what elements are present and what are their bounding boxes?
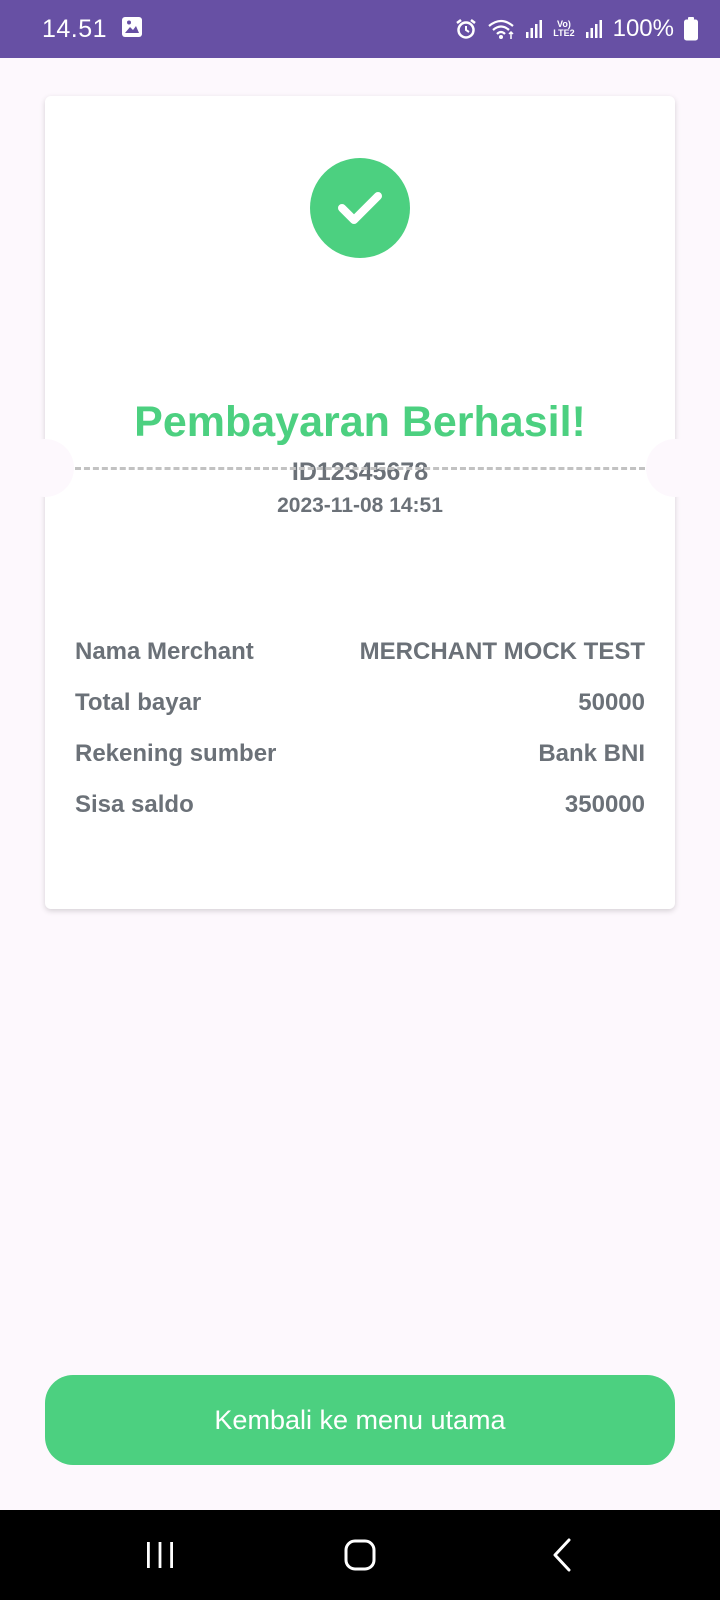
back-button[interactable]	[502, 1510, 622, 1600]
detail-row-total: Total bayar 50000	[75, 677, 645, 728]
detail-label: Sisa saldo	[75, 790, 194, 818]
back-to-main-menu-button[interactable]: Kembali ke menu utama	[45, 1375, 675, 1465]
ticket-divider	[75, 467, 645, 470]
status-left: 14.51	[42, 15, 143, 44]
gallery-icon	[121, 16, 143, 43]
detail-row-balance: Sisa saldo 350000	[75, 779, 645, 830]
system-nav-bar	[0, 1510, 720, 1600]
payment-success-title: Pembayaran Berhasil!	[134, 398, 586, 446]
detail-label: Total bayar	[75, 688, 202, 716]
status-bar: 14.51 Vo) LTE2 100%	[0, 0, 720, 58]
recent-apps-button[interactable]	[100, 1510, 220, 1600]
detail-value: 350000	[564, 790, 645, 818]
battery-icon	[684, 17, 698, 41]
transaction-id: ID12345678	[291, 458, 429, 486]
status-time: 14.51	[42, 14, 108, 43]
back-icon	[553, 1538, 571, 1572]
home-button[interactable]	[300, 1510, 420, 1600]
status-right: Vo) LTE2 100%	[455, 15, 698, 43]
payment-details: Nama Merchant MERCHANT MOCK TEST Total b…	[75, 626, 645, 830]
detail-value: Bank BNI	[538, 739, 645, 767]
success-badge	[310, 158, 410, 258]
detail-row-merchant: Nama Merchant MERCHANT MOCK TEST	[75, 626, 645, 677]
detail-label: Nama Merchant	[75, 637, 254, 665]
transaction-datetime: 2023-11-08 14:51	[277, 494, 443, 517]
detail-label: Rekening sumber	[75, 739, 277, 767]
signal-icon	[585, 18, 603, 40]
detail-value: 50000	[578, 688, 645, 716]
volte-lte2-icon: Vo) LTE2	[553, 20, 574, 38]
lte-label: LTE2	[553, 28, 575, 38]
recent-apps-icon	[147, 1542, 173, 1568]
check-icon	[338, 192, 382, 224]
detail-row-source-account: Rekening sumber Bank BNI	[75, 728, 645, 779]
battery-percentage: 100%	[612, 15, 674, 42]
alarm-icon	[455, 18, 477, 40]
detail-value: MERCHANT MOCK TEST	[359, 637, 645, 665]
signal-icon	[525, 18, 543, 40]
receipt-card: Pembayaran Berhasil! ID12345678 2023-11-…	[16, 96, 704, 909]
wifi-icon	[487, 18, 515, 40]
home-icon	[344, 1539, 376, 1571]
